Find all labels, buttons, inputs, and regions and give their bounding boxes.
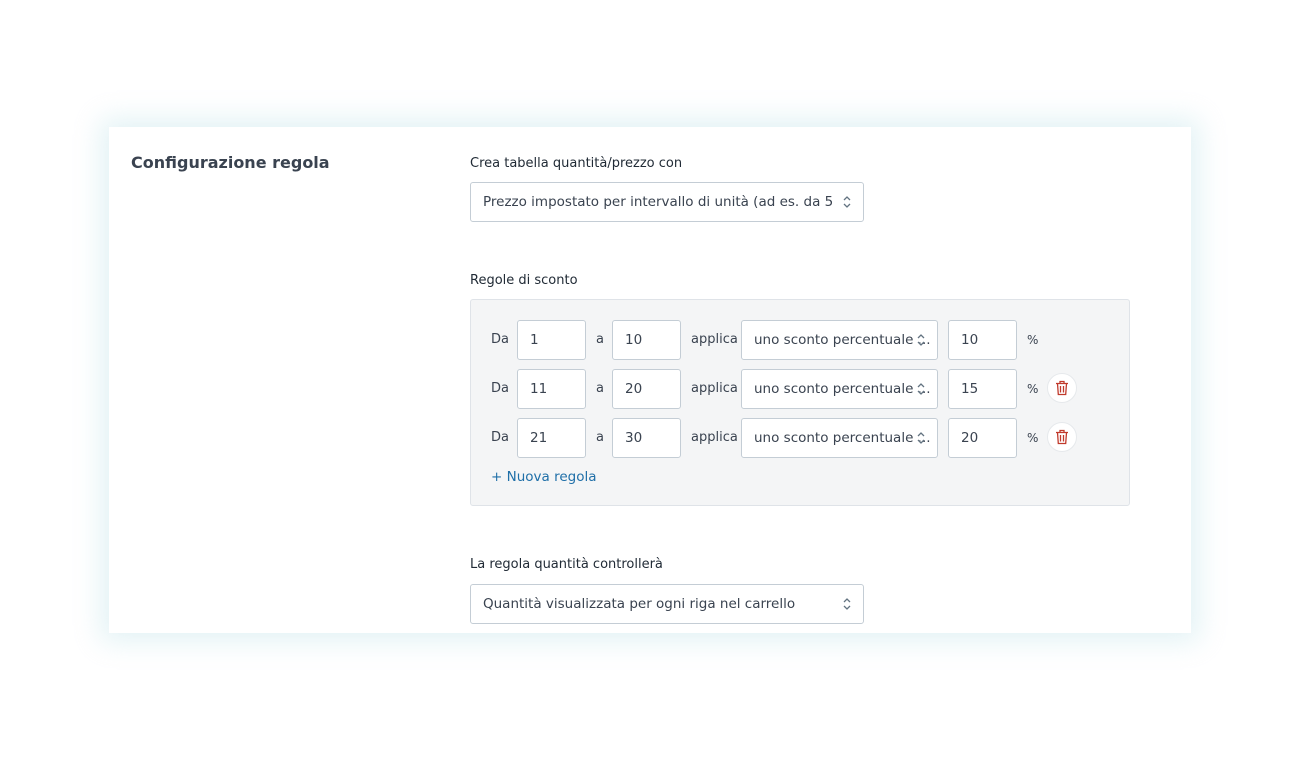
- discount-type-value: uno sconto percentuale ...: [754, 430, 931, 446]
- to-label: a: [596, 332, 604, 347]
- discount-type-select[interactable]: uno sconto percentuale ...: [741, 369, 938, 409]
- discount-rules-label: Regole di sconto: [470, 273, 578, 288]
- discount-rule-row: Da 11 a 20 applica uno sconto percentual…: [471, 369, 1129, 409]
- from-input[interactable]: 21: [517, 418, 586, 458]
- to-label: a: [596, 381, 604, 396]
- discount-type-value: uno sconto percentuale ...: [754, 381, 931, 397]
- discount-type-select[interactable]: uno sconto percentuale ...: [741, 418, 938, 458]
- discount-type-value: uno sconto percentuale ...: [754, 332, 931, 348]
- quantity-check-select-value: Quantità visualizzata per ogni riga nel …: [483, 596, 796, 612]
- from-label: Da: [491, 430, 509, 445]
- updown-chevron-icon: [843, 196, 851, 208]
- percent-label: %: [1027, 431, 1039, 445]
- to-input[interactable]: 10: [612, 320, 681, 360]
- trash-icon: [1056, 429, 1068, 445]
- updown-chevron-icon: [843, 598, 851, 610]
- table-type-select[interactable]: Prezzo impostato per intervallo di unità…: [470, 182, 864, 222]
- add-rule-link[interactable]: + Nuova regola: [491, 469, 596, 485]
- from-input[interactable]: 1: [517, 320, 586, 360]
- to-label: a: [596, 430, 604, 445]
- from-label: Da: [491, 332, 509, 347]
- section-title: Configurazione regola: [131, 153, 330, 172]
- from-label: Da: [491, 381, 509, 396]
- from-input[interactable]: 11: [517, 369, 586, 409]
- trash-icon: [1056, 380, 1068, 396]
- updown-chevron-icon: [917, 334, 925, 346]
- amount-input[interactable]: 20: [948, 418, 1017, 458]
- to-input[interactable]: 20: [612, 369, 681, 409]
- to-input[interactable]: 30: [612, 418, 681, 458]
- discount-rule-row: Da 21 a 30 applica uno sconto percentual…: [471, 418, 1129, 458]
- discount-type-select[interactable]: uno sconto percentuale ...: [741, 320, 938, 360]
- delete-rule-button[interactable]: [1047, 373, 1077, 403]
- updown-chevron-icon: [917, 383, 925, 395]
- percent-label: %: [1027, 333, 1039, 347]
- check-field-label: La regola quantità controllerà: [470, 557, 663, 572]
- table-type-select-value: Prezzo impostato per intervallo di unità…: [483, 194, 835, 210]
- apply-label: applica: [691, 332, 738, 347]
- percent-label: %: [1027, 382, 1039, 396]
- delete-rule-button[interactable]: [1047, 422, 1077, 452]
- discount-rules-panel: Da 1 a 10 applica uno sconto percentuale…: [470, 299, 1130, 506]
- amount-input[interactable]: 10: [948, 320, 1017, 360]
- table-field-label: Crea tabella quantità/prezzo con: [470, 156, 683, 171]
- amount-input[interactable]: 15: [948, 369, 1017, 409]
- quantity-check-select[interactable]: Quantità visualizzata per ogni riga nel …: [470, 584, 864, 624]
- updown-chevron-icon: [917, 432, 925, 444]
- apply-label: applica: [691, 430, 738, 445]
- discount-rule-row: Da 1 a 10 applica uno sconto percentuale…: [471, 320, 1129, 360]
- apply-label: applica: [691, 381, 738, 396]
